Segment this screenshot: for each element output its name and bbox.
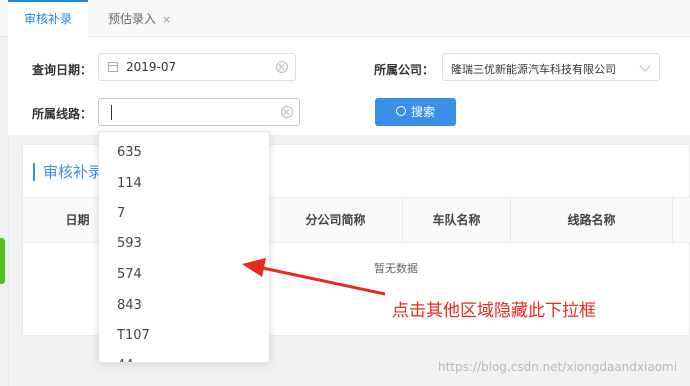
annotation-arrow: [242, 258, 386, 296]
annotation-text: 点击其他区域隐藏此下拉框: [392, 301, 596, 321]
watermark: https://blog.csdn.net/xiongdaandxiaomi: [438, 360, 678, 374]
